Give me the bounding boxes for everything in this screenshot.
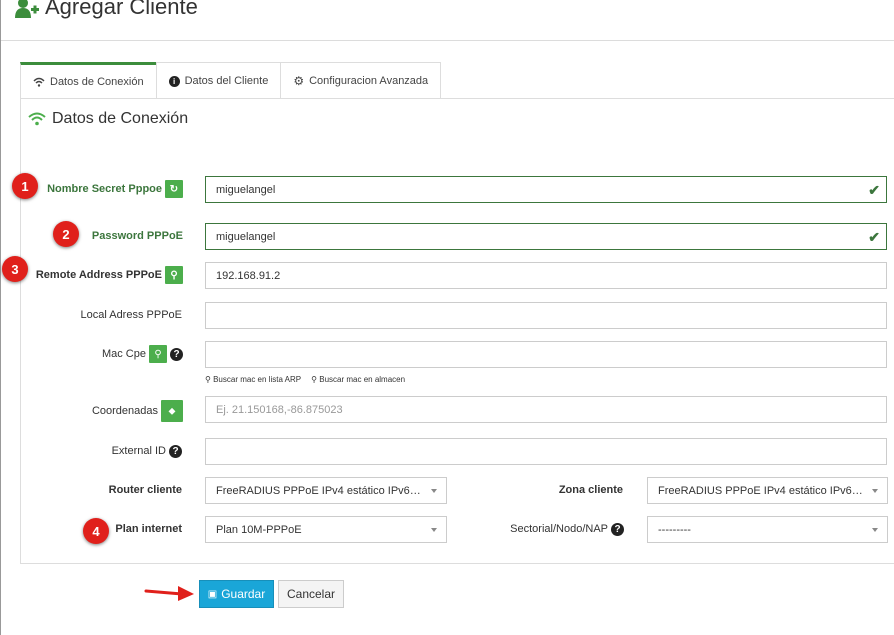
help-icon[interactable]: ? — [611, 522, 624, 536]
divider — [1, 40, 894, 41]
router-label: Router cliente — [21, 479, 182, 501]
tab-bar: Datos de Conexión i Datos del Cliente ⚙ … — [20, 62, 442, 99]
router-select[interactable]: FreeRADIUS PPPoE IPv4 estático IPv6… — [205, 477, 447, 504]
annotation-badge: 2 — [53, 221, 79, 247]
page: Agregar Cliente Datos de Conexión i Dato… — [0, 0, 894, 635]
secret-label-text: Nombre Secret Pppoe — [47, 183, 162, 195]
remote-input[interactable]: 192.168.91.2 — [205, 262, 887, 289]
floppy-icon: ▣ — [207, 588, 218, 600]
router-value: FreeRADIUS PPPoE IPv4 estático IPv6… — [216, 484, 421, 497]
map-marker-icon[interactable]: ⬥ — [161, 400, 183, 422]
password-value: miguelangel — [216, 230, 276, 243]
arrow-icon — [144, 586, 194, 601]
remote-label: Remote Address PPPoE ⚲ — [21, 264, 183, 286]
coords-label-text: Coordenadas — [91, 405, 158, 417]
coords-label: Coordenadas ⬥ — [21, 400, 183, 422]
mac-label: Mac Cpe ⚲ ? — [21, 343, 183, 365]
search-icon[interactable]: ⚲ — [165, 266, 183, 284]
password-label-text: Password PPPoE — [91, 230, 183, 242]
local-label-text: Local Adress PPPoE — [80, 309, 182, 321]
chevron-down-icon — [431, 489, 437, 493]
refresh-icon[interactable]: ↻ — [165, 180, 183, 198]
plan-label-text: Plan internet — [115, 523, 182, 535]
plan-value: Plan 10M-PPPoE — [216, 523, 302, 536]
help-icon[interactable]: ? — [170, 347, 183, 361]
sectorial-label: Sectorial/Nodo/NAP ? — [471, 518, 624, 540]
zona-label-text: Zona cliente — [558, 484, 623, 496]
annotation-badge: 1 — [12, 173, 38, 199]
wifi-icon — [33, 77, 45, 87]
mac-label-text: Mac Cpe — [101, 348, 146, 360]
external-label: External ID ? — [21, 440, 182, 462]
sectorial-select[interactable]: --------- — [647, 516, 888, 543]
sectorial-value: --------- — [658, 523, 691, 536]
mac-input[interactable] — [205, 341, 887, 368]
save-button-label: Guardar — [221, 587, 266, 601]
search-arp-link[interactable]: ⚲ Buscar mac en lista ARP — [205, 375, 301, 384]
remote-value: 192.168.91.2 — [216, 269, 281, 282]
zona-select[interactable]: FreeRADIUS PPPoE IPv4 estático IPv6… — [647, 477, 888, 504]
external-label-text: External ID — [111, 445, 166, 457]
tab-datos-conexion[interactable]: Datos de Conexión — [20, 62, 157, 99]
coords-input[interactable]: Ej. 21.150168,-86.875023 — [205, 396, 887, 423]
password-input[interactable]: miguelangel ✔ — [205, 223, 887, 250]
sectorial-label-text: Sectorial/Nodo/NAP — [510, 523, 608, 535]
remote-label-text: Remote Address PPPoE — [35, 269, 162, 281]
password-label: Password PPPoE — [21, 225, 183, 247]
chevron-down-icon — [872, 528, 878, 532]
cancel-button-label: Cancelar — [286, 587, 336, 601]
secret-input[interactable]: miguelangel ✔ — [205, 176, 887, 203]
secret-label: Nombre Secret Pppoe ↻ — [21, 178, 183, 200]
section-title-text: Datos de Conexión — [52, 110, 189, 127]
chevron-down-icon — [431, 528, 437, 532]
help-icon[interactable]: ? — [169, 444, 182, 458]
zona-value: FreeRADIUS PPPoE IPv4 estático IPv6… — [658, 484, 863, 497]
page-title-text: Agregar Cliente — [45, 0, 198, 19]
local-input[interactable] — [205, 302, 887, 329]
search-almacen-link[interactable]: ⚲ Buscar mac en almacen — [311, 375, 405, 384]
router-label-text: Router cliente — [108, 484, 182, 496]
save-button[interactable]: ▣ Guardar — [199, 580, 274, 608]
tab-configuracion-avanzada[interactable]: ⚙ Configuracion Avanzada — [280, 62, 442, 99]
cancel-button[interactable]: Cancelar — [278, 580, 344, 608]
check-icon: ✔ — [868, 229, 880, 245]
section-title: Datos de Conexión — [28, 110, 188, 128]
search-almacen-text: Buscar mac en almacen — [319, 375, 406, 384]
search-arp-text: Buscar mac en lista ARP — [213, 375, 302, 384]
check-icon: ✔ — [868, 182, 880, 198]
external-input[interactable] — [205, 438, 887, 465]
coords-placeholder: Ej. 21.150168,-86.875023 — [216, 403, 343, 416]
mac-search-links: ⚲ Buscar mac en lista ARP ⚲ Buscar mac e… — [205, 375, 405, 384]
zona-label: Zona cliente — [471, 479, 623, 501]
tab-label: Datos del Cliente — [184, 75, 269, 87]
search-icon[interactable]: ⚲ — [149, 345, 167, 363]
gear-icon: ⚙ — [293, 74, 305, 88]
annotation-badge: 4 — [83, 518, 109, 544]
tab-label: Datos de Conexión — [50, 76, 144, 88]
plan-select[interactable]: Plan 10M-PPPoE — [205, 516, 447, 543]
local-label: Local Adress PPPoE — [21, 304, 182, 326]
annotation-badge: 3 — [2, 256, 28, 282]
tab-datos-cliente[interactable]: i Datos del Cliente — [155, 62, 282, 99]
page-title: Agregar Cliente — [15, 0, 198, 20]
chevron-down-icon — [872, 489, 878, 493]
tab-label: Configuracion Avanzada — [309, 75, 429, 87]
user-plus-icon — [15, 0, 39, 18]
secret-value: miguelangel — [216, 183, 276, 196]
info-icon: i — [168, 75, 180, 87]
wifi-icon — [28, 112, 46, 126]
